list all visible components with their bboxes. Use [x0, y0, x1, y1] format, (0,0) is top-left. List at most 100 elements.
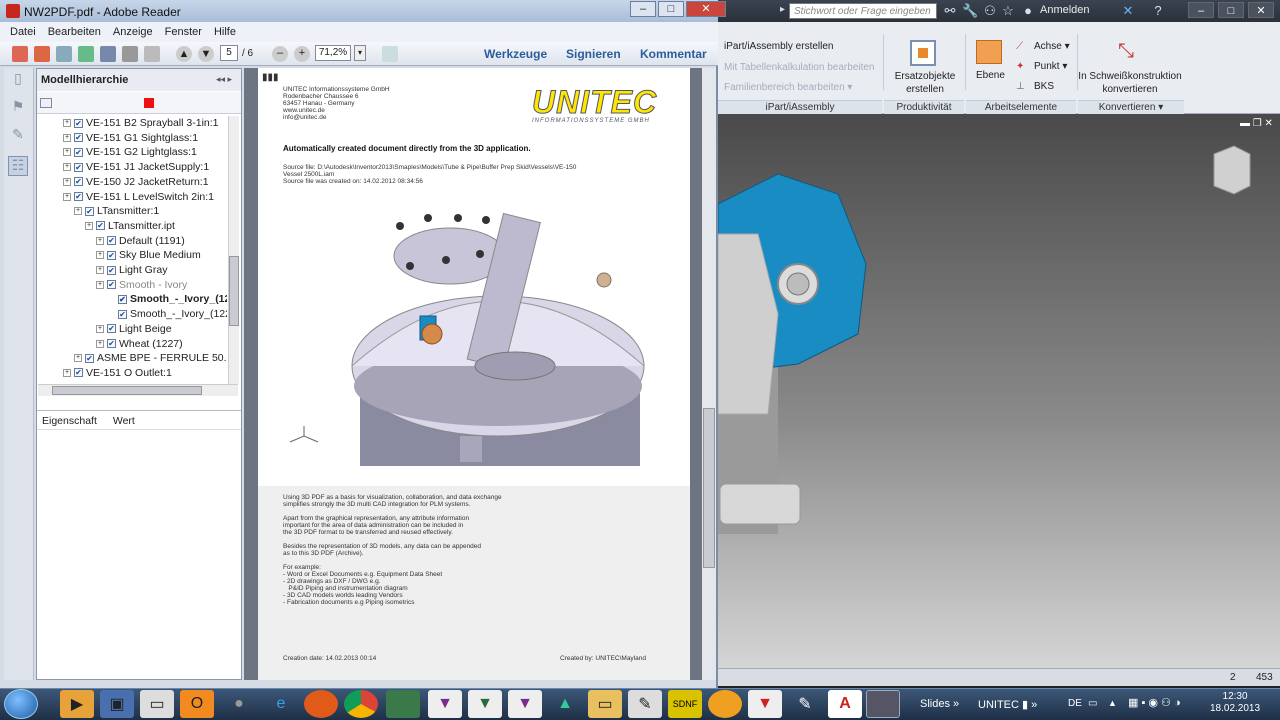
visibility-checkbox[interactable]: ✔ — [107, 265, 116, 275]
minimize-button[interactable]: – — [630, 1, 656, 17]
tree-item[interactable]: + ✔ VE-151 G2 Lightglass:1 — [63, 145, 197, 159]
inventor-icon[interactable]: ▼ — [428, 690, 462, 718]
visibility-checkbox[interactable]: ✔ — [96, 221, 105, 231]
zoom-in-icon[interactable]: + — [294, 46, 310, 62]
sign-link[interactable]: Signieren — [566, 47, 621, 61]
3d-toolbar-icon[interactable]: ▮▮▮ — [262, 72, 280, 84]
unitec-toolbar[interactable]: UNITEC ▮ » — [978, 698, 1037, 711]
options-icon[interactable] — [40, 98, 52, 108]
expand-icon[interactable]: + — [96, 324, 104, 333]
menu-hilfe[interactable]: Hilfe — [214, 26, 236, 38]
visibility-checkbox[interactable]: ✔ — [74, 118, 83, 128]
viewport-window-controls[interactable]: ▬ ❐ ✕ — [1240, 118, 1273, 129]
arrow-up-icon[interactable]: ▲ — [176, 46, 192, 62]
plane-button[interactable]: Ebene — [976, 70, 1005, 81]
tree-scrollbar-horizontal[interactable] — [38, 384, 238, 396]
paint-icon[interactable]: ✎ — [788, 690, 822, 718]
weld-convert-icon[interactable]: ⤡ — [1118, 40, 1144, 66]
visibility-checkbox[interactable]: ✔ — [74, 147, 83, 157]
minimize-button[interactable]: – — [1188, 2, 1214, 18]
internet-explorer-icon[interactable]: e — [264, 690, 298, 718]
tree-item[interactable]: + ✔ VE-150 J2 JacketReturn:1 — [63, 175, 209, 189]
chart-app-icon[interactable]: ▲ — [548, 690, 582, 718]
visibility-checkbox[interactable]: ✔ — [74, 133, 83, 143]
tree-item[interactable]: + ✔ Light Beige — [96, 322, 172, 336]
document-scrollbar[interactable] — [702, 68, 716, 680]
expand-icon[interactable]: + — [96, 251, 104, 260]
convert-weldment-button[interactable]: In Schweißkonstruktion konvertieren — [1078, 70, 1182, 96]
expand-icon[interactable]: + — [63, 192, 71, 201]
model-tree-icon[interactable]: ☷ — [8, 156, 28, 176]
zoom-dropdown-icon[interactable]: ▾ — [354, 45, 366, 61]
tree-item[interactable]: + ✔ Light Gray — [96, 263, 167, 277]
visibility-checkbox[interactable]: ✔ — [74, 368, 83, 378]
visibility-checkbox[interactable]: ✔ — [85, 353, 94, 363]
email-icon[interactable] — [144, 46, 160, 62]
visibility-checkbox[interactable]: ✔ — [107, 339, 116, 348]
start-button[interactable] — [4, 689, 38, 719]
users-icon[interactable]: ⚇ — [982, 3, 998, 19]
edit-icon[interactable] — [56, 46, 72, 62]
page-thumbnails-icon[interactable]: ▯ — [8, 70, 28, 90]
save-icon[interactable] — [100, 46, 116, 62]
fit-page-icon[interactable] — [382, 46, 398, 62]
help-search-input[interactable]: Stichwort oder Frage eingeben — [789, 3, 937, 19]
panel-collapse-icon[interactable]: ◂◂ ▸ — [216, 74, 232, 85]
print-icon[interactable] — [122, 46, 138, 62]
visibility-checkbox[interactable]: ✔ — [74, 192, 83, 201]
axis-icon[interactable]: ⟋ — [1016, 41, 1023, 52]
maximize-button[interactable]: □ — [1218, 2, 1244, 18]
comment-link[interactable]: Kommentar — [640, 47, 707, 61]
combine-icon[interactable] — [34, 46, 50, 62]
visibility-checkbox[interactable]: ✔ — [118, 309, 127, 319]
3d-model-viewer[interactable] — [260, 196, 688, 486]
zoom-out-icon[interactable]: – — [272, 46, 288, 62]
expand-icon[interactable]: + — [63, 177, 71, 186]
page-number-input[interactable]: 5 — [220, 45, 238, 61]
acrobat-icon[interactable]: A — [828, 690, 862, 718]
menu-anzeige[interactable]: Anzeige — [113, 26, 153, 38]
tray-icons[interactable]: ▦ ▪ ◉ ⚇ ◑ — [1128, 696, 1181, 709]
expand-icon[interactable]: + — [96, 266, 104, 274]
ucs-icon[interactable]: ⊥ — [1016, 81, 1025, 92]
help-icon[interactable]: ? — [1150, 3, 1166, 19]
expand-icon[interactable]: + — [74, 207, 82, 216]
outlook-icon[interactable]: O — [180, 690, 214, 718]
media-player-icon[interactable]: ▶ — [60, 690, 94, 718]
slides-toolbar[interactable]: Slides » — [920, 698, 959, 710]
expand-icon[interactable]: + — [63, 133, 71, 142]
visibility-checkbox[interactable]: ✔ — [74, 162, 83, 172]
tree-item[interactable]: + ✔ VE-151 O Outlet:1 — [63, 366, 172, 380]
cloud-icon[interactable] — [78, 46, 94, 62]
create-substitute-button[interactable]: Ersatzobjekte erstellen — [890, 70, 960, 96]
tray-expand-icon[interactable]: ▲ — [1108, 698, 1117, 708]
tree-item[interactable]: + ✔ VE-151 L LevelSwitch 2in:1 — [63, 190, 214, 204]
point-icon[interactable]: ✦ — [1016, 61, 1024, 72]
tools-link[interactable]: Werkzeuge — [484, 47, 547, 61]
point-button[interactable]: Punkt ▾ — [1034, 61, 1067, 72]
tree-item[interactable]: + ✔ Smooth - Ivory — [96, 278, 187, 292]
app2-icon[interactable]: ▼ — [468, 690, 502, 718]
notes-icon[interactable]: ✎ — [628, 690, 662, 718]
visibility-checkbox[interactable]: ✔ — [85, 206, 94, 216]
expand-icon[interactable]: + — [74, 354, 82, 363]
substitute-icon[interactable] — [910, 40, 936, 66]
folder-icon[interactable]: ▭ — [588, 690, 622, 718]
tree-item[interactable]: ✔ Smooth_-_Ivory_(1221 — [107, 307, 227, 321]
menu-bearbeiten[interactable]: Bearbeiten — [48, 26, 101, 38]
tree-item[interactable]: + ✔ VE-151 B2 Sprayball 3-1in:1 — [63, 116, 219, 130]
axis-button[interactable]: Achse ▾ — [1034, 41, 1070, 52]
active-app-icon[interactable] — [866, 690, 900, 718]
apple-icon[interactable]: ● — [222, 690, 256, 718]
visibility-checkbox[interactable]: ✔ — [107, 250, 116, 260]
explorer-window-icon[interactable]: ▭ — [140, 690, 174, 718]
binoculars-icon[interactable]: ⚯ — [942, 3, 958, 19]
remote-desktop-icon[interactable]: ▣ — [100, 690, 134, 718]
expand-icon[interactable]: + — [63, 368, 71, 377]
visibility-checkbox[interactable]: ✔ — [107, 280, 116, 290]
family-edit-button[interactable]: Familienbereich bearbeiten ▾ — [724, 82, 852, 93]
expand-icon[interactable]: + — [63, 163, 71, 172]
sdnf-icon[interactable]: SDNF — [668, 690, 702, 718]
tree-item[interactable]: + ✔ Sky Blue Medium — [96, 248, 201, 262]
visibility-checkbox[interactable]: ✔ — [118, 294, 127, 304]
